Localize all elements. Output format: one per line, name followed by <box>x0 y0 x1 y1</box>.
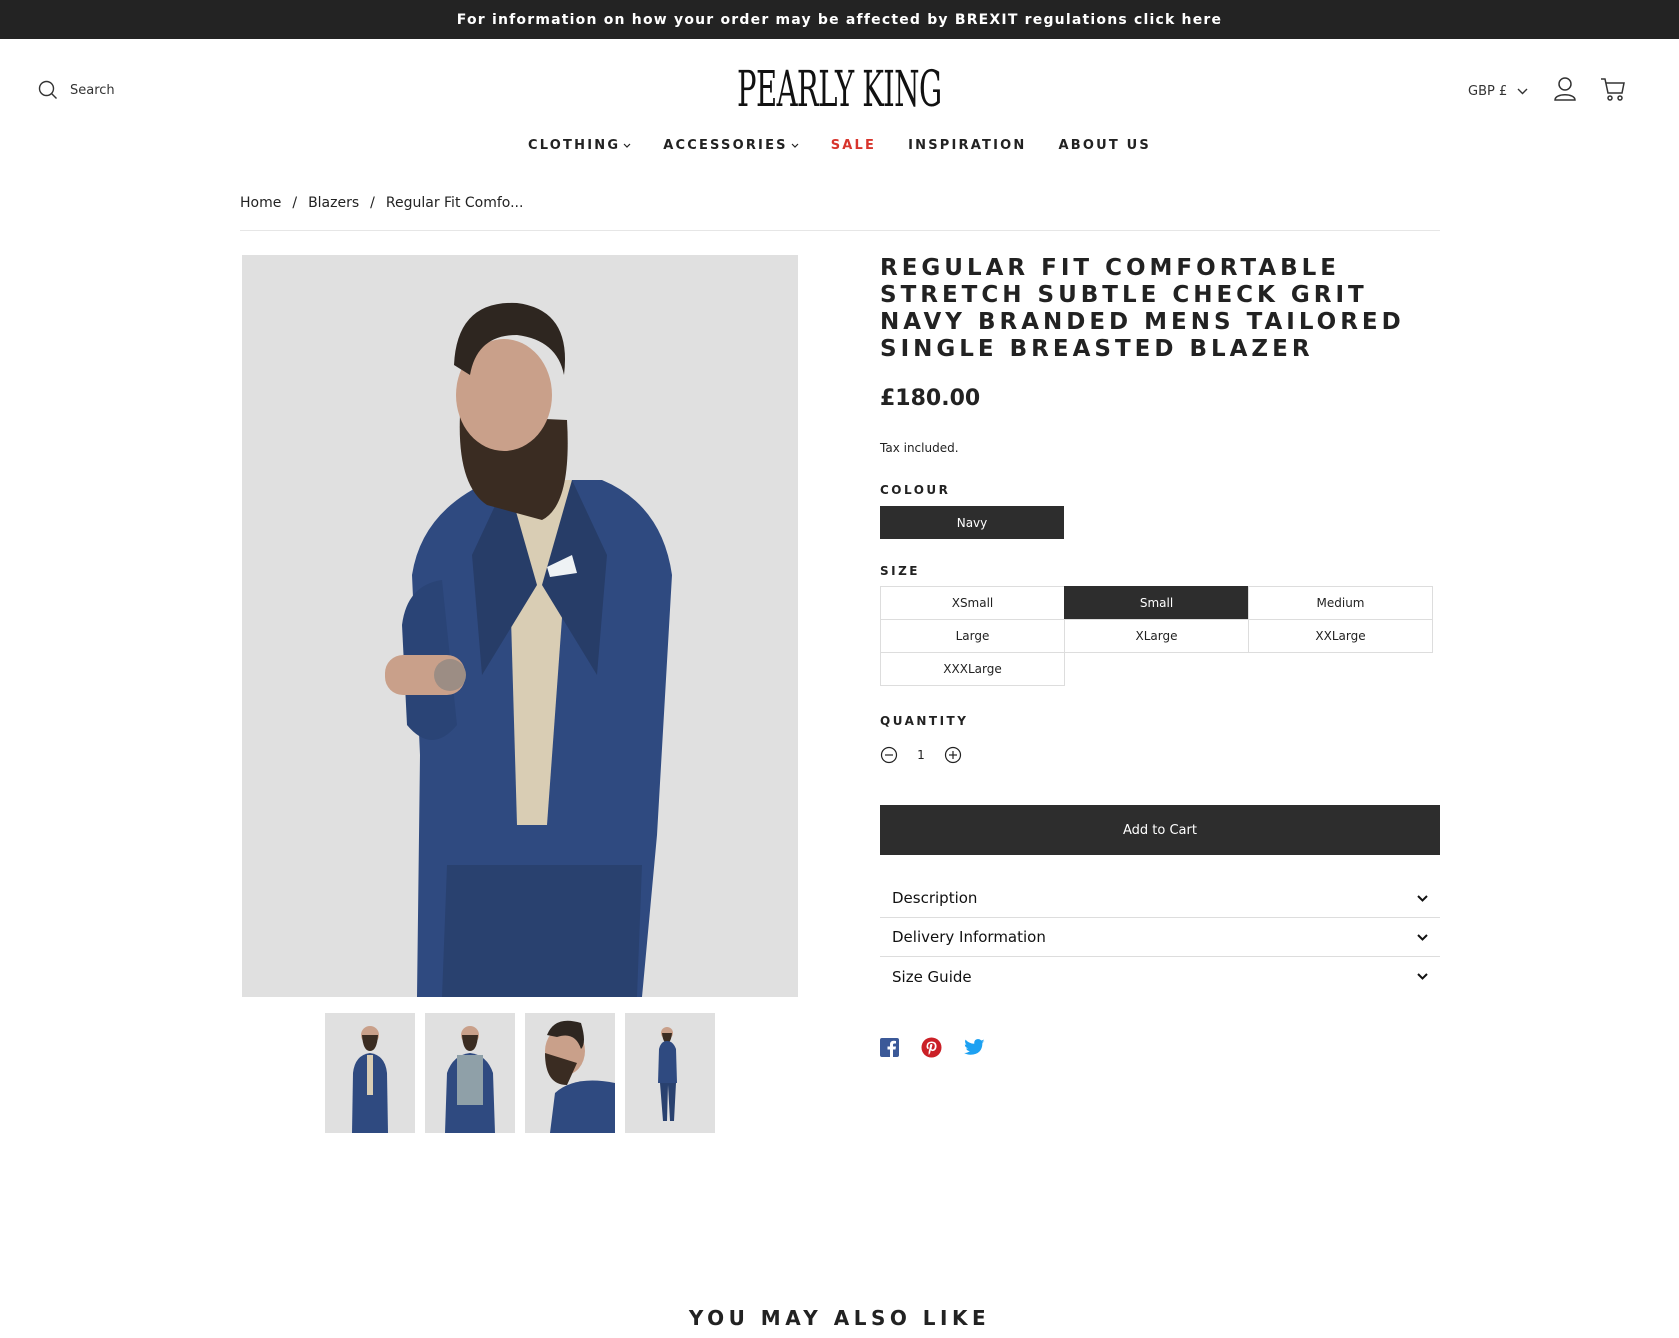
plus-icon[interactable] <box>944 746 962 764</box>
add-to-cart-button[interactable]: Add to Cart <box>880 805 1440 855</box>
facebook-icon[interactable] <box>880 1038 899 1057</box>
nav-sale[interactable]: SALE <box>831 138 876 153</box>
logo-text: PEARLY KING <box>737 60 942 118</box>
breadcrumb-current: Regular Fit Comfo... <box>385 195 524 211</box>
thumbnail-3[interactable] <box>525 1013 615 1133</box>
product-main-image[interactable] <box>242 255 798 997</box>
breadcrumb: Home / Blazers / Regular Fit Comfo... <box>240 195 523 211</box>
nav-clothing-label: CLOTHING <box>528 138 621 153</box>
social-share <box>880 1037 985 1058</box>
breadcrumb-blazers[interactable]: Blazers <box>308 195 359 211</box>
thumbnail-image <box>545 1020 615 1133</box>
thumbnail-image <box>352 1026 388 1133</box>
pinterest-icon[interactable] <box>921 1037 942 1058</box>
accordion-label: Delivery Information <box>892 928 1046 946</box>
chevron-down-icon <box>791 143 799 148</box>
section-heading-also-like: YOU MAY ALSO LIKE <box>688 1306 991 1330</box>
accordion-description[interactable]: Description <box>880 879 1440 918</box>
nav-accessories-label: ACCESSORIES <box>663 138 788 153</box>
twitter-icon[interactable] <box>964 1038 985 1057</box>
colour-label: COLOUR <box>880 483 951 497</box>
announcement-text[interactable]: For information on how your order may be… <box>457 12 1222 28</box>
nav-about-us[interactable]: ABOUT US <box>1058 138 1151 153</box>
chevron-down-icon <box>1417 894 1428 902</box>
minus-icon[interactable] <box>880 746 898 764</box>
thumbnail-image <box>658 1027 677 1121</box>
thumbnail-strip <box>325 1013 715 1133</box>
chevron-down-icon <box>623 143 631 148</box>
size-option-small[interactable]: Small <box>1064 586 1249 620</box>
model-illustration <box>385 302 672 997</box>
tax-note: Tax included. <box>880 441 959 455</box>
main-nav: CLOTHING ACCESSORIES SALE INSPIRATION AB… <box>0 138 1679 153</box>
accordion-label: Description <box>892 889 978 907</box>
quantity-value[interactable]: 1 <box>912 748 930 762</box>
accordion-delivery-information[interactable]: Delivery Information <box>880 918 1440 957</box>
size-option-xsmall[interactable]: XSmall <box>880 586 1065 620</box>
size-options: XSmall Small Medium Large XLarge XXLarge… <box>880 586 1434 686</box>
nav-clothing[interactable]: CLOTHING <box>528 138 631 153</box>
breadcrumb-separator: / <box>370 195 375 211</box>
size-option-medium[interactable]: Medium <box>1248 586 1433 620</box>
thumbnail-2[interactable] <box>425 1013 515 1133</box>
quantity-stepper: 1 <box>880 746 962 764</box>
size-option-large[interactable]: Large <box>880 619 1065 653</box>
size-option-xxxlarge[interactable]: XXXLarge <box>880 652 1065 686</box>
accordion-label: Size Guide <box>892 967 972 986</box>
size-option-xxlarge[interactable]: XXLarge <box>1248 619 1433 653</box>
product-title: REGULAR FIT COMFORTABLE STRETCH SUBTLE C… <box>880 255 1405 362</box>
chevron-down-icon <box>1417 933 1428 941</box>
account-icon[interactable] <box>1553 76 1577 102</box>
colour-option-navy[interactable]: Navy <box>880 506 1064 539</box>
cart-icon[interactable] <box>1600 76 1626 102</box>
currency-selector[interactable]: GBP £ <box>1468 84 1528 99</box>
quantity-label: QUANTITY <box>880 714 969 728</box>
breadcrumb-separator: / <box>292 195 298 211</box>
nav-accessories[interactable]: ACCESSORIES <box>663 138 799 153</box>
nav-inspiration[interactable]: INSPIRATION <box>908 138 1026 153</box>
chevron-down-icon <box>1517 88 1528 95</box>
breadcrumb-home[interactable]: Home <box>240 195 281 211</box>
logo[interactable]: PEARLY KING <box>0 58 1679 120</box>
announcement-bar[interactable]: For information on how your order may be… <box>0 0 1679 39</box>
size-label: SIZE <box>880 564 921 578</box>
thumbnail-4[interactable] <box>625 1013 715 1133</box>
size-option-xlarge[interactable]: XLarge <box>1064 619 1249 653</box>
accordion-size-guide[interactable]: Size Guide <box>880 957 1440 996</box>
currency-value: GBP £ <box>1468 84 1508 99</box>
thumbnail-1[interactable] <box>325 1013 415 1133</box>
product-price: £180.00 <box>880 386 981 411</box>
chevron-down-icon <box>1417 973 1428 980</box>
thumbnail-image <box>445 1026 495 1133</box>
divider <box>240 230 1440 231</box>
